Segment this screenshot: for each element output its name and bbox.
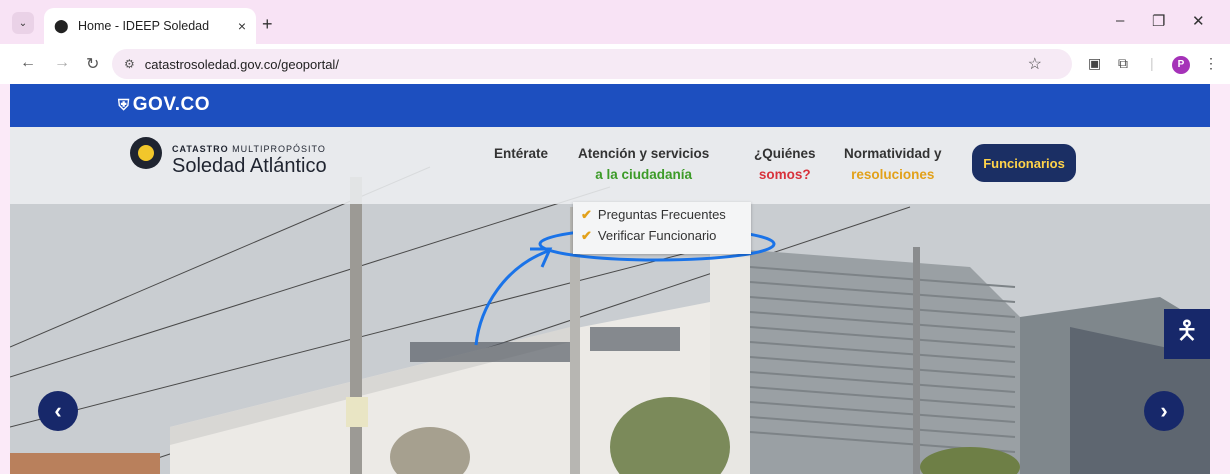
profile-avatar[interactable]: P	[1172, 56, 1190, 74]
bookmark-star-icon[interactable]: ☆	[1028, 54, 1042, 74]
colombia-crest-icon: ⛨	[118, 97, 130, 114]
hero-carousel: CATASTRO MULTIPROPÓSITO Soledad Atlántic…	[10, 127, 1210, 474]
tab-title: Home - IDEEP Soledad	[78, 19, 210, 33]
tab-search-chevron-icon[interactable]: ⌄	[12, 12, 34, 34]
brand-tagline: CATASTRO MULTIPROPÓSITO	[172, 144, 326, 154]
funcionarios-button[interactable]: Funcionarios	[972, 144, 1076, 182]
cast-icon[interactable]: ▣	[1088, 55, 1101, 72]
atencion-dropdown-menu: ✔ Preguntas Frecuentes ✔ Verificar Funcion…	[573, 202, 751, 254]
site-info-icon[interactable]: ⚙	[124, 57, 135, 71]
browser-window: ⌄ ⬤ Home - IDEEP Soledad × + – ❐ ✕ ← → ↻…	[0, 0, 1230, 474]
separator: |	[1150, 55, 1154, 71]
dropdown-item-verificar[interactable]: ✔ Verificar Funcionario	[581, 228, 716, 244]
catastro-logo-pin-icon[interactable]	[130, 137, 162, 169]
dropdown-item-preguntas[interactable]: ✔ Preguntas Frecuentes	[581, 207, 726, 223]
url-text: catastrosoledad.gov.co/geoportal/	[144, 56, 339, 72]
restore-icon[interactable]: ❐	[1152, 12, 1165, 30]
menu-kebab-icon[interactable]: ⋮	[1204, 55, 1218, 72]
gov-co-logo[interactable]: ⛨ GOV.CO	[118, 94, 210, 116]
address-bar[interactable]: ⚙ catastrosoledad.gov.co/geoportal/ ☆	[112, 49, 1072, 79]
browser-toolbar: ← → ↻ ⚙ catastrosoledad.gov.co/geoportal…	[0, 44, 1230, 84]
location-pin-icon: ⬤	[54, 18, 69, 33]
back-icon[interactable]: ←	[20, 54, 36, 72]
accessibility-icon[interactable]: 🯅	[1164, 309, 1210, 359]
nav-enterate[interactable]: Entérate	[494, 143, 548, 164]
new-tab-button[interactable]: +	[262, 14, 273, 35]
check-icon: ✔	[581, 207, 592, 222]
site-navbar: CATASTRO MULTIPROPÓSITO Soledad Atlántic…	[10, 127, 1210, 204]
carousel-prev-button[interactable]: ‹	[38, 391, 78, 431]
close-window-icon[interactable]: ✕	[1192, 12, 1205, 30]
extensions-icon[interactable]: ⧉	[1118, 55, 1128, 72]
check-icon: ✔	[581, 228, 592, 243]
carousel-next-button[interactable]: ›	[1144, 391, 1184, 431]
active-tab[interactable]: ⬤ Home - IDEEP Soledad ×	[44, 8, 256, 44]
tab-strip: ⌄ ⬤ Home - IDEEP Soledad × + – ❐ ✕	[0, 0, 1230, 44]
reload-icon[interactable]: ↻	[86, 54, 99, 74]
minimize-icon[interactable]: –	[1116, 12, 1124, 29]
brand-name[interactable]: Soledad Atlántico	[172, 155, 327, 178]
tab-close-icon[interactable]: ×	[238, 18, 246, 34]
forward-icon[interactable]: →	[54, 54, 70, 72]
nav-atencion[interactable]: Atención y servicios a la ciudadanía	[578, 143, 709, 185]
nav-quienes[interactable]: ¿Quiénes somos?	[754, 143, 816, 185]
nav-normatividad[interactable]: Normatividad y resoluciones	[844, 143, 942, 185]
gov-co-bar: ⛨ GOV.CO	[10, 84, 1210, 127]
web-page: ⛨ GOV.CO CATASTRO MULTIPROPÓSITO Soledad…	[10, 84, 1210, 474]
